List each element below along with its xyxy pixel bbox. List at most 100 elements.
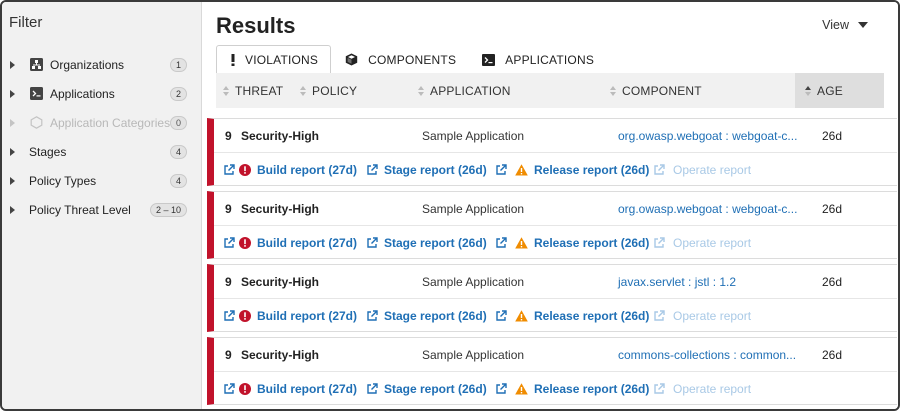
sort-icon bbox=[223, 85, 229, 96]
component-link[interactable]: org.owasp.webgoat : webgoat-c... bbox=[618, 202, 797, 216]
report-label: Build report (27d) bbox=[257, 235, 358, 250]
warning-icon bbox=[515, 236, 528, 249]
build-report-link[interactable]: Build report (27d) bbox=[223, 309, 357, 323]
column-component[interactable]: COMPONENT bbox=[610, 73, 702, 108]
component-link[interactable]: javax.servlet : jstl : 1.2 bbox=[618, 275, 736, 289]
tab-components[interactable]: COMPONENTS bbox=[331, 45, 468, 74]
external-link-icon bbox=[223, 236, 235, 249]
tab-applications[interactable]: APPLICATIONS bbox=[468, 45, 606, 74]
column-age[interactable]: AGE bbox=[795, 73, 884, 108]
age-value: 26d bbox=[822, 128, 843, 143]
expand-caret-icon[interactable] bbox=[10, 205, 15, 214]
release-report-link[interactable]: Release report (26d) bbox=[495, 382, 649, 396]
column-label: AGE bbox=[817, 83, 843, 98]
violation-summary[interactable]: 9 Security-High Sample Application org.o… bbox=[214, 119, 897, 153]
column-label: COMPONENT bbox=[622, 83, 702, 98]
stage-report-link[interactable]: Stage report (26d) bbox=[366, 382, 487, 396]
hexagon-icon bbox=[29, 116, 43, 130]
organizations-icon bbox=[29, 58, 43, 72]
violation-summary[interactable]: 9 Security-High Sample Application commo… bbox=[214, 338, 897, 372]
external-link-icon bbox=[653, 163, 665, 176]
external-link-icon bbox=[223, 163, 235, 176]
tab-violations[interactable]: VIOLATIONS bbox=[216, 45, 332, 74]
report-label: Stage report (26d) bbox=[384, 381, 487, 396]
count-badge: 2 – 10 bbox=[149, 202, 187, 217]
error-icon bbox=[239, 236, 251, 249]
filter-applications[interactable]: Applications 2 bbox=[9, 79, 195, 108]
application-name: Sample Application bbox=[422, 347, 525, 362]
report-label: Stage report (26d) bbox=[384, 235, 487, 250]
column-policy[interactable]: POLICY bbox=[300, 73, 357, 108]
expand-caret-icon[interactable] bbox=[10, 60, 15, 69]
report-label: Stage report (26d) bbox=[384, 162, 487, 177]
operate-report-link: Operate report bbox=[653, 236, 751, 250]
expand-caret-icon[interactable] bbox=[10, 176, 15, 185]
application-name: Sample Application bbox=[422, 274, 525, 289]
report-label: Operate report bbox=[673, 381, 752, 396]
report-label: Operate report bbox=[673, 235, 752, 250]
build-report-link[interactable]: Build report (27d) bbox=[223, 163, 357, 177]
column-label: APPLICATION bbox=[430, 83, 511, 98]
tab-bar: VIOLATIONS COMPONENTS APPLICATIONS bbox=[216, 45, 606, 74]
terminal-icon bbox=[482, 53, 496, 66]
sort-icon bbox=[418, 85, 424, 96]
threat-level: 9 bbox=[225, 347, 232, 362]
violation-row[interactable]: 9 Security-High Sample Application javax… bbox=[207, 264, 897, 332]
release-report-link[interactable]: Release report (26d) bbox=[495, 163, 649, 177]
expand-caret-icon bbox=[10, 118, 15, 127]
exclamation-icon bbox=[231, 54, 235, 66]
column-label: THREAT bbox=[235, 83, 284, 98]
tab-label: APPLICATIONS bbox=[505, 52, 595, 67]
column-label: POLICY bbox=[312, 83, 358, 98]
error-icon bbox=[239, 309, 251, 322]
filter-policy-types[interactable]: Policy Types 4 bbox=[9, 166, 195, 195]
release-report-link[interactable]: Release report (26d) bbox=[495, 309, 649, 323]
release-report-link[interactable]: Release report (26d) bbox=[495, 236, 649, 250]
count-badge: 2 bbox=[169, 86, 187, 101]
build-report-link[interactable]: Build report (27d) bbox=[223, 236, 357, 250]
column-threat[interactable]: THREAT bbox=[223, 73, 283, 108]
threat-level: 9 bbox=[225, 128, 232, 143]
violation-row[interactable]: 9 Security-High Sample Application commo… bbox=[207, 337, 897, 405]
report-label: Operate report bbox=[673, 162, 752, 177]
results-panel: Results View VIOLATIONS COMPONENTS APPLI… bbox=[202, 2, 898, 409]
stage-report-link[interactable]: Stage report (26d) bbox=[366, 236, 487, 250]
chevron-down-icon bbox=[858, 22, 868, 28]
report-links: Build report (27d) Stage report (26d) Re… bbox=[214, 372, 897, 405]
violation-summary[interactable]: 9 Security-High Sample Application org.o… bbox=[214, 192, 897, 226]
build-report-link[interactable]: Build report (27d) bbox=[223, 382, 357, 396]
policy-name: Security-High bbox=[241, 128, 320, 143]
external-link-icon bbox=[495, 309, 507, 322]
violation-row[interactable]: 9 Security-High Sample Application org.o… bbox=[207, 191, 897, 259]
violation-summary[interactable]: 9 Security-High Sample Application javax… bbox=[214, 265, 897, 299]
component-link[interactable]: commons-collections : common... bbox=[618, 348, 796, 362]
tab-label: COMPONENTS bbox=[368, 52, 457, 67]
external-link-icon bbox=[653, 309, 665, 322]
filter-sidebar: Filter Organizations 1 Applications 2 Ap… bbox=[2, 2, 202, 409]
filter-organizations[interactable]: Organizations 1 bbox=[9, 50, 195, 79]
report-label: Stage report (26d) bbox=[384, 308, 487, 323]
age-value: 26d bbox=[822, 201, 843, 216]
expand-caret-icon[interactable] bbox=[10, 147, 15, 156]
external-link-icon bbox=[366, 309, 378, 322]
application-name: Sample Application bbox=[422, 128, 525, 143]
filter-policy-threat-level[interactable]: Policy Threat Level 2 – 10 bbox=[9, 195, 195, 224]
expand-caret-icon[interactable] bbox=[10, 89, 15, 98]
warning-icon bbox=[515, 163, 528, 176]
stage-report-link[interactable]: Stage report (26d) bbox=[366, 163, 487, 177]
view-dropdown[interactable]: View bbox=[822, 18, 868, 32]
filter-stages[interactable]: Stages 4 bbox=[9, 137, 195, 166]
violation-row[interactable]: 9 Security-High Sample Application org.o… bbox=[207, 118, 897, 186]
column-application[interactable]: APPLICATION bbox=[418, 73, 511, 108]
filter-application-categories: Application Categories 0 bbox=[9, 108, 195, 137]
operate-report-link: Operate report bbox=[653, 163, 751, 177]
report-label: Release report (26d) bbox=[534, 235, 650, 250]
report-label: Release report (26d) bbox=[534, 308, 650, 323]
component-link[interactable]: org.owasp.webgoat : webgoat-c... bbox=[618, 129, 797, 143]
warning-icon bbox=[515, 382, 528, 395]
view-label: View bbox=[822, 18, 849, 32]
results-header: Results View VIOLATIONS COMPONENTS APPLI… bbox=[209, 2, 894, 109]
stage-report-link[interactable]: Stage report (26d) bbox=[366, 309, 487, 323]
sort-icon bbox=[805, 85, 811, 96]
external-link-icon bbox=[495, 163, 507, 176]
